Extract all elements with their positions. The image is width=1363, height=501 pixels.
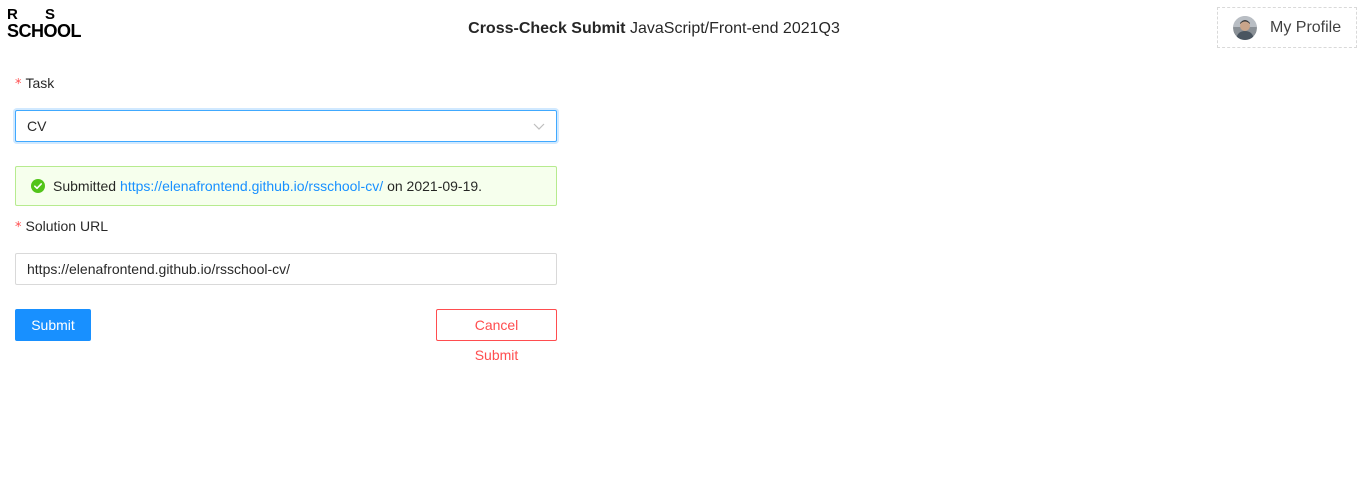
solution-url-label-text: Solution URL bbox=[25, 218, 109, 234]
my-profile-button[interactable]: My Profile bbox=[1217, 7, 1357, 48]
submission-success-alert: Submitted https://elenafrontend.github.i… bbox=[15, 166, 557, 206]
check-circle-icon bbox=[31, 179, 45, 193]
task-select-value: CV bbox=[27, 118, 47, 134]
task-label-text: Task bbox=[25, 75, 55, 91]
page-title-main: Cross-Check Submit bbox=[468, 20, 626, 37]
required-mark: * bbox=[15, 220, 22, 235]
alert-prefix: Submitted bbox=[53, 178, 117, 194]
solution-url-input[interactable] bbox=[15, 253, 557, 285]
task-label: * Task bbox=[15, 72, 557, 94]
task-select[interactable]: CV bbox=[15, 110, 557, 142]
submit-form: * Task CV Submitted https://elenafrontend… bbox=[15, 64, 557, 363]
app-header: R S SCHOOL Cross-Check Submit JavaScript… bbox=[0, 0, 1363, 64]
submission-link[interactable]: https://elenafrontend.github.io/rsschool… bbox=[120, 178, 383, 194]
submit-button[interactable]: Submit bbox=[15, 309, 91, 341]
chevron-down-icon bbox=[533, 123, 545, 130]
cancel-submit-button[interactable]: Cancel Submit bbox=[436, 309, 557, 363]
page-title: Cross-Check Submit JavaScript/Front-end … bbox=[0, 19, 1308, 39]
my-profile-label: My Profile bbox=[1270, 18, 1342, 36]
solution-url-label: * Solution URL bbox=[15, 215, 557, 237]
avatar bbox=[1233, 15, 1257, 40]
required-mark: * bbox=[15, 77, 22, 92]
form-actions: Submit Cancel Submit bbox=[15, 309, 557, 363]
alert-suffix: on 2021-09-19. bbox=[387, 178, 483, 194]
page-title-course: JavaScript/Front-end 2021Q3 bbox=[629, 20, 840, 37]
